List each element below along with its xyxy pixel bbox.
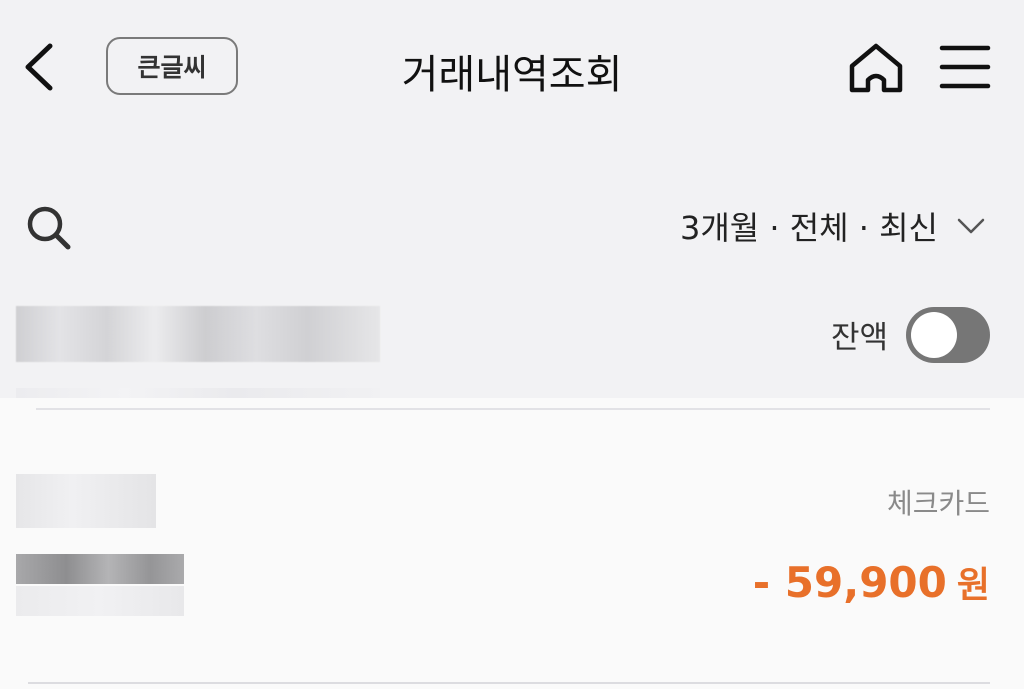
home-icon <box>849 43 903 93</box>
home-button[interactable] <box>846 40 906 96</box>
transaction-amount: - 59,900 원 <box>753 556 990 608</box>
menu-button[interactable] <box>936 42 994 92</box>
search-icon <box>27 206 71 250</box>
transaction-type: 체크카드 <box>886 487 990 520</box>
amount-currency: 원 <box>956 565 990 606</box>
search-button[interactable] <box>24 203 74 253</box>
amount-value: - 59,900 <box>752 558 947 607</box>
transaction-list: 체크카드 - 59,900 원 <box>0 398 1024 689</box>
balance-label: 잔액 <box>830 320 888 356</box>
balance-toggle[interactable] <box>906 307 990 363</box>
account-info-redacted <box>16 306 380 362</box>
transaction-detail-redacted <box>16 586 184 616</box>
transaction-merchant-redacted <box>16 554 184 584</box>
transaction-date-redacted <box>16 474 156 528</box>
divider <box>36 408 990 410</box>
toggle-knob <box>911 312 957 358</box>
divider <box>28 682 990 684</box>
filter-dropdown[interactable]: 3개월 · 전체 · 최신 <box>680 200 986 252</box>
app-header: 큰글씨 거래내역조회 <box>0 0 1024 140</box>
chevron-down-icon <box>957 218 985 234</box>
transaction-row[interactable]: 체크카드 - 59,900 원 <box>0 458 1024 628</box>
filter-label: 3개월 · 전체 · 최신 <box>679 209 938 247</box>
hamburger-menu-icon <box>939 45 991 89</box>
